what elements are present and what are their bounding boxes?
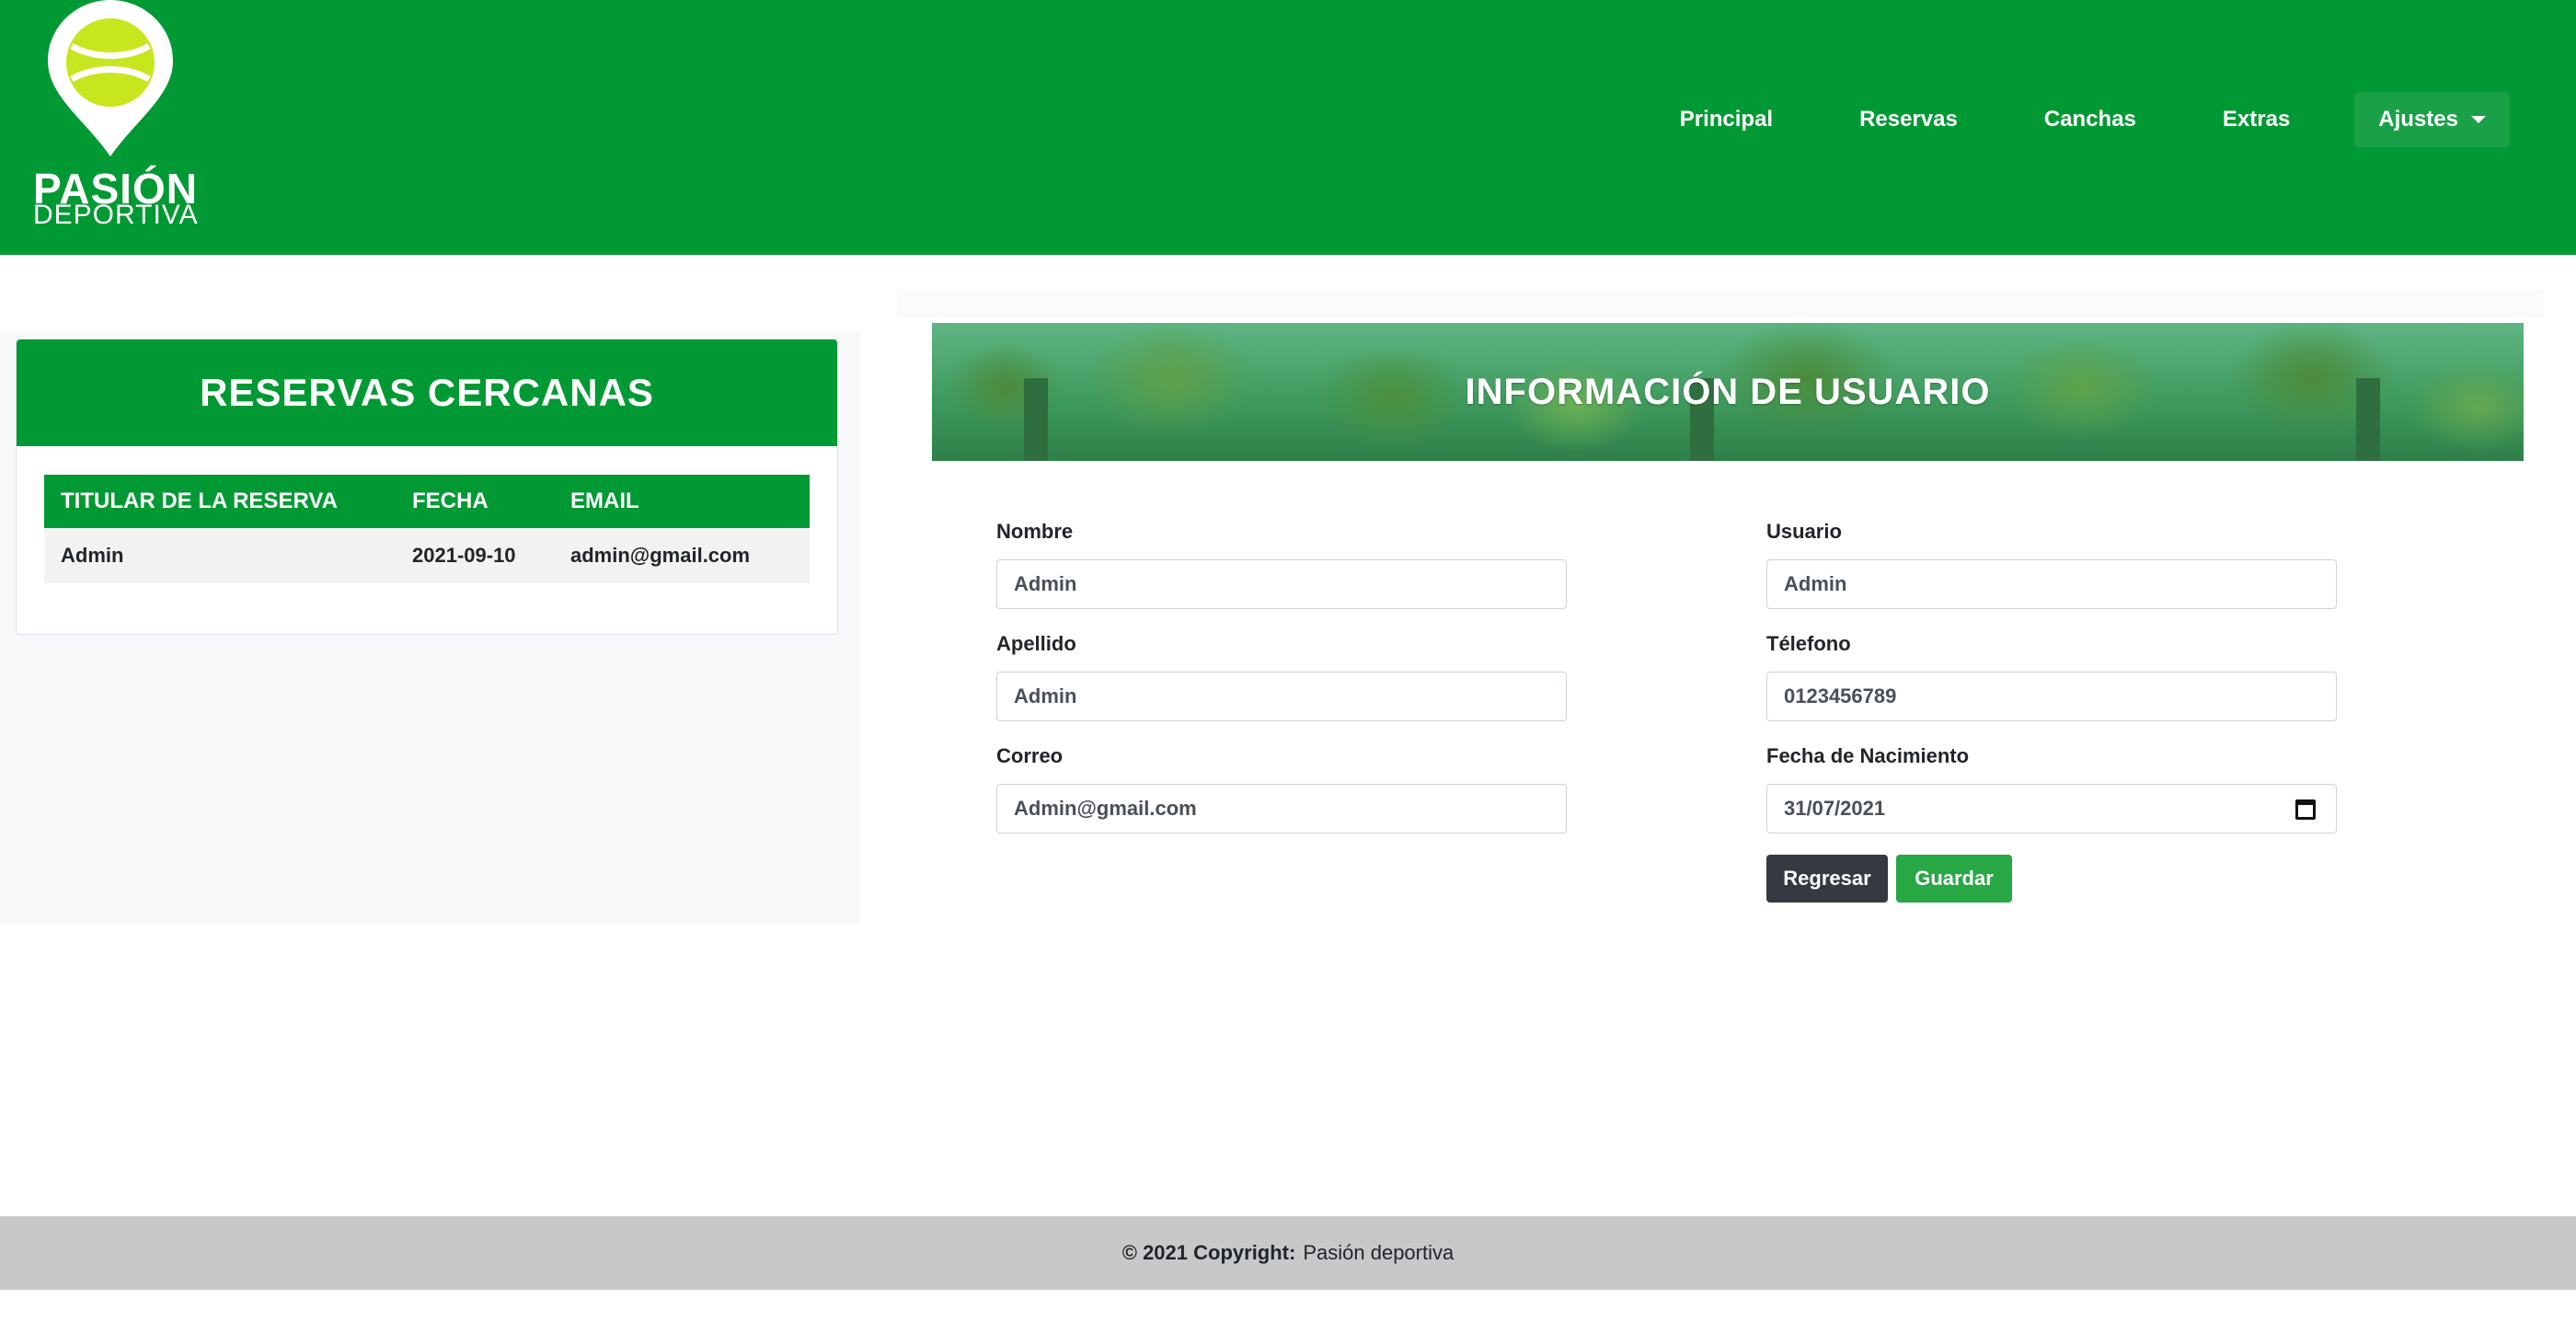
column-header-fecha: FECHA bbox=[396, 475, 554, 528]
table-header-row: TITULAR DE LA RESERVA FECHA EMAIL bbox=[44, 475, 810, 528]
back-button[interactable]: Regresar bbox=[1766, 855, 1888, 903]
reservations-card-header: RESERVAS CERCANAS bbox=[17, 339, 837, 446]
table-row[interactable]: Admin 2021-09-10 admin@gmail.com bbox=[44, 528, 810, 583]
apellido-label: Apellido bbox=[996, 632, 1076, 655]
reservations-title: RESERVAS CERCANAS bbox=[200, 371, 654, 414]
nav-dropdown-label: Ajustes bbox=[2378, 107, 2458, 132]
reservations-table: TITULAR DE LA RESERVA FECHA EMAIL Admin … bbox=[44, 475, 810, 583]
caret-down-icon bbox=[2471, 116, 2486, 123]
usuario-label: Usuario bbox=[1766, 520, 1842, 543]
reservations-card: RESERVAS CERCANAS TITULAR DE LA RESERVA … bbox=[16, 339, 838, 635]
birthdate-field[interactable]: 31/07/2021 bbox=[1766, 784, 2337, 834]
footer-brand-link[interactable]: Pasión deportiva bbox=[1303, 1241, 1454, 1265]
nombre-label: Nombre bbox=[996, 520, 1074, 543]
profile-banner: INFORMACIÓN DE USUARIO bbox=[932, 323, 2524, 461]
nav-dropdown-ajustes[interactable]: Ajustes bbox=[2354, 92, 2510, 147]
cell-email: admin@gmail.com bbox=[554, 528, 810, 583]
nacimiento-label: Fecha de Nacimiento bbox=[1766, 744, 1970, 767]
calendar-icon[interactable] bbox=[2295, 799, 2316, 820]
content-top-strip bbox=[897, 290, 2544, 317]
correo-field[interactable]: Admin@gmail.com bbox=[996, 784, 1567, 834]
main-nav: Principal Reservas Canchas Extras Ajuste… bbox=[1616, 92, 2510, 147]
tennis-ball-pin-icon bbox=[48, 0, 173, 156]
save-button[interactable]: Guardar bbox=[1896, 855, 2012, 903]
correo-label: Correo bbox=[996, 744, 1064, 767]
nav-link-principal[interactable]: Principal bbox=[1658, 92, 1795, 147]
nav-link-canchas[interactable]: Canchas bbox=[2022, 92, 2158, 147]
nav-link-extras[interactable]: Extras bbox=[2201, 92, 2312, 147]
brand-logo[interactable]: PASIÓN DEPORTIVA bbox=[29, 0, 198, 230]
telefono-label: Télefono bbox=[1766, 632, 1851, 655]
brand-name-line2: DEPORTIVA bbox=[33, 200, 199, 230]
profile-title: INFORMACIÓN DE USUARIO bbox=[1465, 371, 1991, 412]
birthdate-value: 31/07/2021 bbox=[1784, 797, 1886, 820]
telefono-field[interactable]: 0123456789 bbox=[1766, 672, 2337, 721]
cell-fecha: 2021-09-10 bbox=[396, 528, 554, 583]
top-navbar: PASIÓN DEPORTIVA Principal Reservas Canc… bbox=[0, 0, 2576, 255]
usuario-field[interactable]: Admin bbox=[1766, 559, 2337, 609]
column-header-titular: TITULAR DE LA RESERVA bbox=[44, 475, 396, 528]
footer: © 2021 Copyright: Pasión deportiva bbox=[0, 1216, 2576, 1290]
footer-copyright: © 2021 Copyright: bbox=[1121, 1241, 1296, 1264]
apellido-field[interactable]: Admin bbox=[996, 672, 1567, 721]
column-header-email: EMAIL bbox=[554, 475, 810, 528]
nav-link-reservas[interactable]: Reservas bbox=[1837, 92, 1980, 147]
cell-titular: Admin bbox=[44, 528, 396, 583]
nombre-field[interactable]: Admin bbox=[996, 559, 1567, 609]
